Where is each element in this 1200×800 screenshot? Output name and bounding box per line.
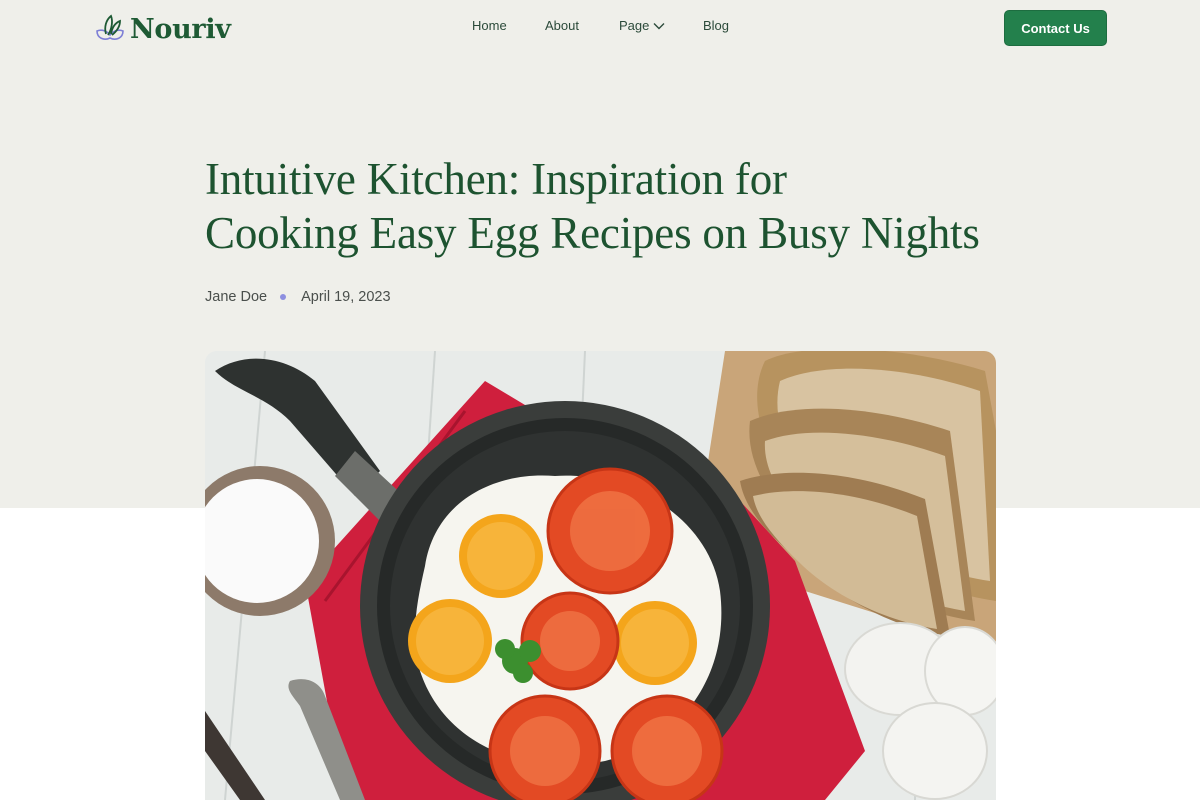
publish-date: April 19, 2023 bbox=[301, 289, 391, 305]
nav-home[interactable]: Home bbox=[472, 18, 507, 33]
nav-about-label: About bbox=[545, 18, 579, 33]
chevron-down-icon bbox=[653, 22, 665, 29]
nav-page-dropdown[interactable]: Page bbox=[619, 18, 665, 33]
nav-page-label: Page bbox=[619, 18, 650, 33]
fried-eggs-pan-photo bbox=[205, 351, 996, 800]
article-meta: Jane Doe April 19, 2023 bbox=[205, 287, 391, 307]
author-name[interactable]: Jane Doe bbox=[205, 289, 267, 305]
article-title-line-1: Intuitive Kitchen: Inspiration for bbox=[205, 154, 787, 204]
nav-blog[interactable]: Blog bbox=[703, 18, 729, 33]
nav-blog-label: Blog bbox=[703, 18, 730, 33]
nav-home-label: Home bbox=[472, 18, 507, 33]
article-title-line-2: Cooking Easy Egg Recipes on Busy Nights bbox=[205, 208, 980, 258]
contact-us-button[interactable]: Contact Us bbox=[1004, 10, 1107, 46]
article-title: Intuitive Kitchen: Inspiration for Cooki… bbox=[205, 152, 1005, 260]
site-header: Nouriv Home About Page Blog Contact Us bbox=[0, 0, 1200, 56]
nav-about[interactable]: About bbox=[545, 18, 579, 33]
article-hero-image bbox=[205, 351, 996, 800]
meta-separator-dot bbox=[280, 294, 287, 300]
